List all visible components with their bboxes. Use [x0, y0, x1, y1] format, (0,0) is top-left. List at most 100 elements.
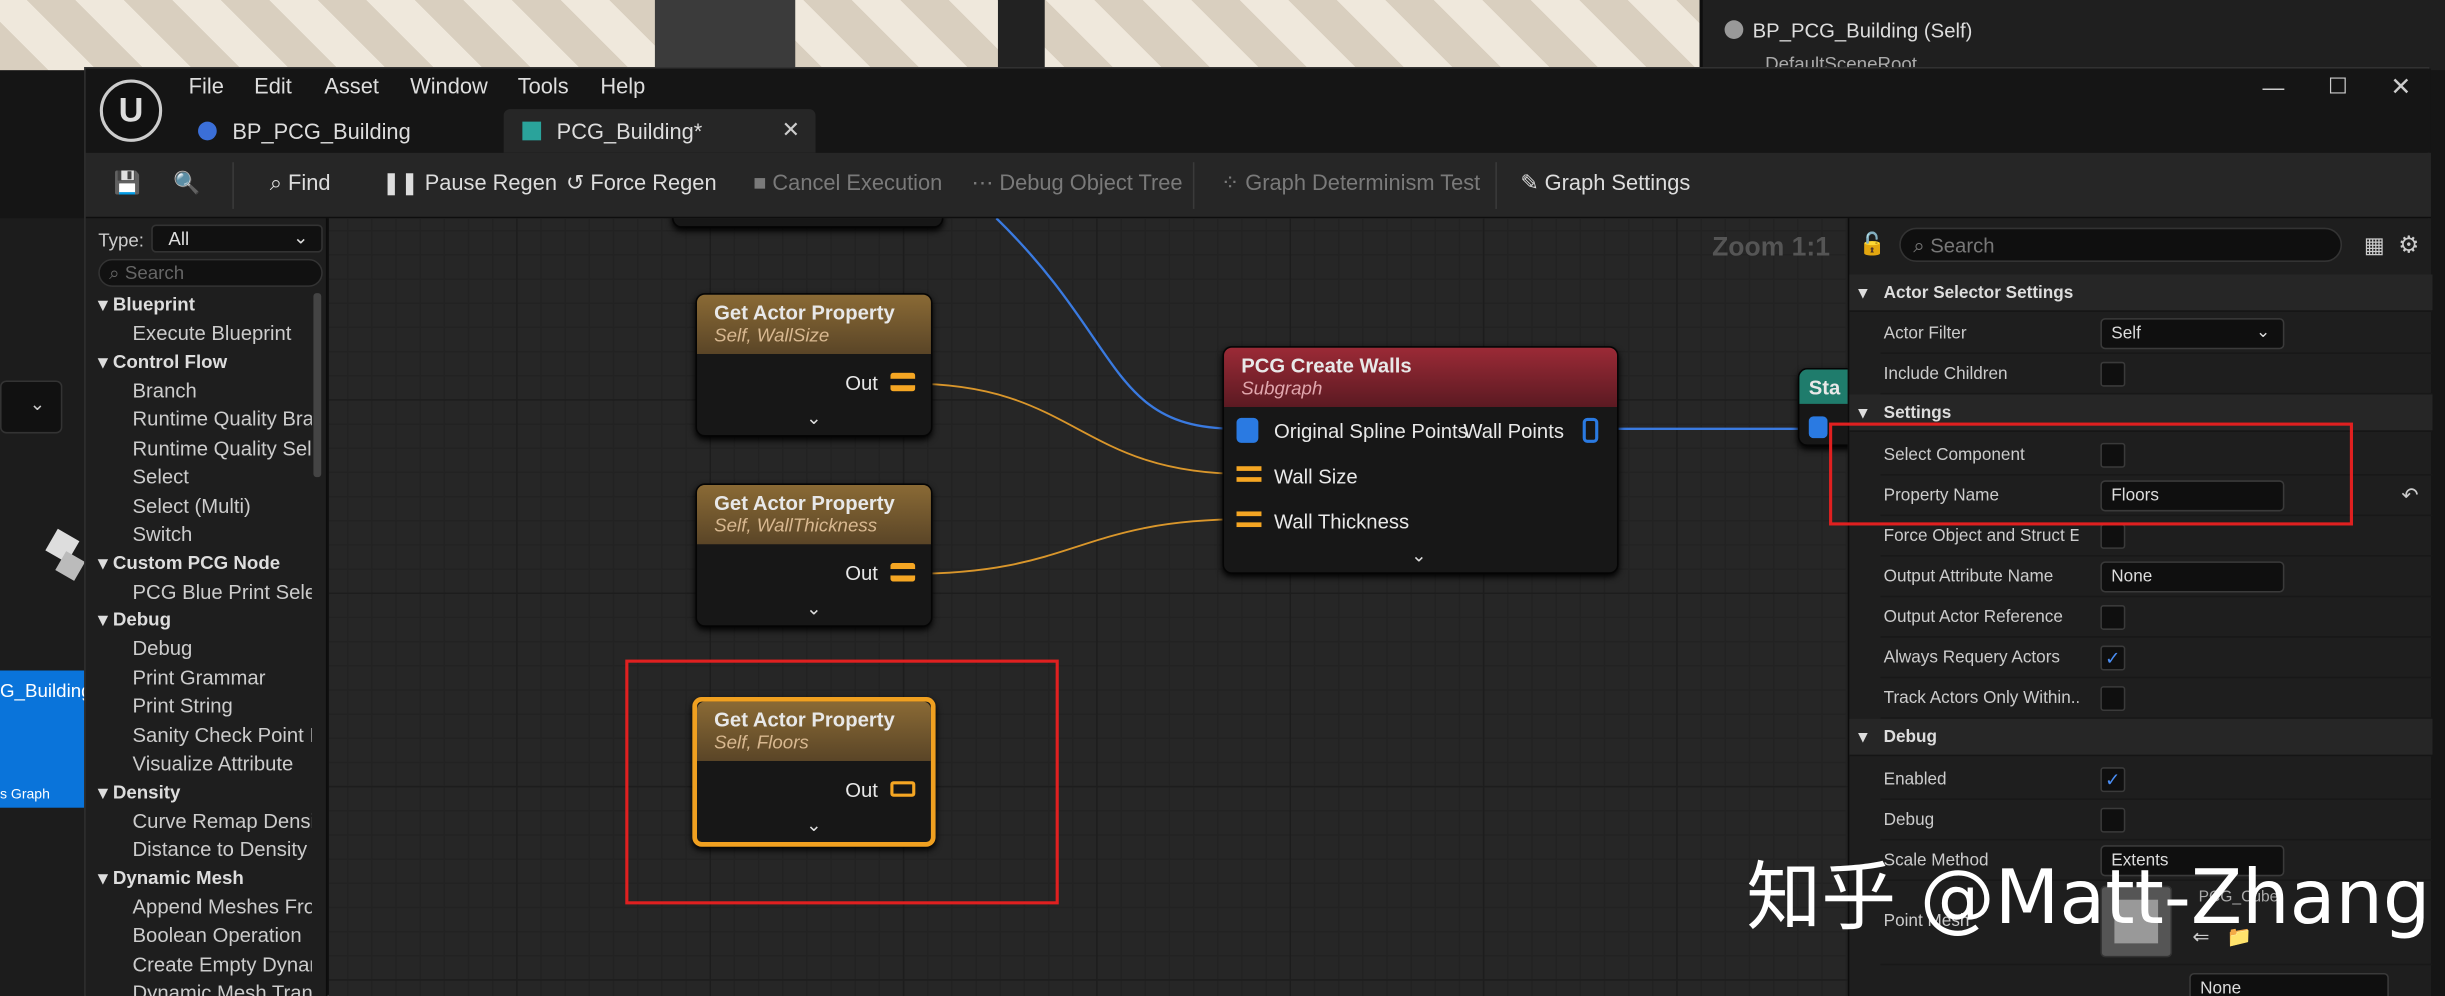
node-subtitle: Self, WallThickness	[714, 514, 878, 537]
palette-item[interactable]: Boolean Operation	[133, 923, 312, 946]
palette-category[interactable]: ▾ Control Flow	[98, 350, 227, 372]
debug-object-tree-button[interactable]: ⋯ Debug Object Tree	[971, 170, 1182, 197]
palette-category[interactable]: ▾ Density	[98, 780, 180, 802]
palette-item[interactable]: Select (Multi)	[133, 494, 312, 517]
menu-asset[interactable]: Asset	[324, 73, 379, 98]
graph-settings-button[interactable]: ✎ Graph Settings	[1520, 170, 1690, 197]
out-pin-icon[interactable]	[890, 562, 916, 582]
browse-icon[interactable]: 🔍	[173, 170, 200, 197]
force-object-checkbox[interactable]	[2100, 523, 2126, 549]
include-children-checkbox[interactable]	[2100, 361, 2126, 387]
output-actor-checkbox[interactable]	[2100, 605, 2126, 630]
debug-checkbox[interactable]	[2100, 807, 2126, 833]
node-subtitle: Subgraph	[1241, 377, 1323, 400]
section-actor-selector[interactable]: ▾ Actor Selector Settings	[1849, 274, 2433, 312]
lock-icon[interactable]: 🔓	[1859, 231, 1886, 258]
wall-thickness-pin-icon[interactable]	[1236, 511, 1262, 528]
expand-chevron-icon[interactable]: ⌄	[806, 407, 822, 429]
palette-item[interactable]: Distance to Density	[133, 837, 312, 860]
unreal-logo-icon[interactable]: U	[99, 79, 163, 142]
separator	[232, 162, 234, 209]
asset-name: G_Building	[0, 679, 92, 702]
viewport-beam	[997, 0, 1045, 71]
palette-category[interactable]: ▾ Custom PCG Node	[98, 551, 280, 573]
always-requery-checkbox[interactable]: ✓	[2100, 645, 2126, 671]
palette-category[interactable]: ▾ Dynamic Mesh	[98, 866, 244, 888]
force-regen-button[interactable]: ↺ Force Regen	[566, 170, 717, 197]
gear-icon[interactable]: ⚙	[2398, 231, 2419, 259]
tab-bp-pcg-building[interactable]: BP_PCG_Building	[179, 109, 499, 153]
out-pin-icon[interactable]	[890, 372, 916, 392]
viewport-shadow	[654, 0, 796, 71]
wallthickness-wire	[909, 518, 1246, 575]
palette-item[interactable]: Runtime Quality Sel	[133, 436, 312, 459]
type-select[interactable]: All ⌄	[151, 224, 323, 253]
track-actors-checkbox[interactable]	[2100, 686, 2126, 712]
wires	[909, 218, 1848, 575]
palette-item[interactable]: Print String	[133, 694, 312, 717]
node-header: Get Actor Property Self, WallThickness	[697, 484, 931, 545]
partial-node[interactable]	[672, 218, 944, 228]
palette-item[interactable]: Visualize Attribute	[133, 752, 312, 775]
expand-chevron-icon[interactable]: ⌄	[806, 597, 822, 619]
palette-item[interactable]: PCG Blue Print Sele	[133, 579, 312, 602]
palette-search-input[interactable]: ⌕ Search	[98, 258, 323, 287]
menu-tools[interactable]: Tools	[518, 73, 569, 98]
palette-item[interactable]: Curve Remap Densi	[133, 808, 312, 831]
maximize-icon[interactable]: ☐	[2328, 73, 2348, 100]
find-button[interactable]: ⌕ Find	[270, 170, 331, 197]
palette-item[interactable]: Select	[133, 465, 312, 488]
menu-edit[interactable]: Edit	[254, 73, 292, 98]
wall-points-pin: Wall Points	[1463, 419, 1564, 443]
palette-item[interactable]: Debug	[133, 636, 312, 659]
graph-canvas[interactable]: Zoom 1:1 Get Actor Property Self, WallSi…	[329, 218, 1848, 996]
in-pin-icon[interactable]	[1808, 416, 1828, 439]
wall-points-pin-icon[interactable]	[1582, 417, 1599, 443]
details-search-input[interactable]: ⌕ Search	[1899, 227, 2343, 262]
palette-item[interactable]: Branch	[133, 378, 312, 401]
save-icon[interactable]: 💾	[114, 170, 141, 197]
menu-window[interactable]: Window	[410, 73, 488, 98]
expand-chevron-icon[interactable]: ⌄	[1411, 544, 1427, 566]
filter-dropdown[interactable]: ⌄	[0, 380, 63, 434]
palette-item[interactable]: Dynamic Mesh Tran	[133, 981, 312, 996]
palette-item[interactable]: Switch	[133, 522, 312, 545]
get-actor-property-node[interactable]: Get Actor Property Self, WallThickness O…	[695, 483, 933, 627]
close-tab-icon[interactable]: ✕	[782, 117, 800, 144]
spline-wire	[995, 218, 1237, 430]
palette-scrollbar[interactable]	[313, 293, 322, 478]
palette-item[interactable]: Sanity Check Point I	[133, 723, 312, 746]
actor-filter-select[interactable]: Self ⌄	[2100, 318, 2285, 350]
level-viewport[interactable]	[0, 0, 1700, 71]
material-select[interactable]: None	[2189, 973, 2389, 996]
close-window-icon[interactable]: ✕	[2390, 72, 2411, 103]
palette-item[interactable]: Runtime Quality Bra	[133, 407, 312, 430]
menu-file[interactable]: File	[189, 73, 224, 98]
table-view-icon[interactable]: ▦	[2364, 232, 2385, 259]
enabled-checkbox[interactable]: ✓	[2100, 767, 2126, 793]
palette-category[interactable]: ▾ Blueprint	[98, 293, 195, 315]
spline-points-pin-icon[interactable]	[1236, 417, 1259, 443]
graph-determinism-test-button[interactable]: ⁘ Graph Determinism Test	[1221, 170, 1480, 197]
node-palette: Type: All ⌄ ⌕ Search ▾ Blueprint Execute B…	[85, 218, 328, 996]
outliner-item[interactable]: BP_PCG_Building (Self)	[1724, 19, 1972, 42]
get-actor-property-node[interactable]: Get Actor Property Self, WallSize Out ⌄	[695, 293, 933, 437]
palette-item[interactable]: Execute Blueprint	[133, 321, 312, 344]
palette-category[interactable]: ▾ Debug	[98, 608, 171, 630]
reset-icon[interactable]: ↶	[2401, 483, 2418, 508]
palette-item[interactable]: Append Meshes Fro	[133, 894, 312, 917]
selected-asset-tile[interactable]: G_Building s Graph	[0, 670, 92, 808]
palette-item[interactable]: Create Empty Dynar	[133, 952, 312, 975]
pause-regen-button[interactable]: ❚❚ Pause Regen	[382, 170, 557, 197]
tab-pcg-building[interactable]: PCG_Building* ✕	[503, 109, 816, 153]
blueprint-icon	[198, 121, 217, 141]
pcg-create-walls-node[interactable]: PCG Create Walls Subgraph Original Splin…	[1222, 346, 1619, 574]
node-header: Sta	[1799, 369, 1848, 404]
wall-size-pin-icon[interactable]	[1236, 466, 1262, 482]
menu-help[interactable]: Help	[600, 73, 645, 98]
output-attribute-input[interactable]: None	[2100, 561, 2285, 593]
palette-item[interactable]: Print Grammar	[133, 665, 312, 688]
section-debug[interactable]: ▾ Debug	[1849, 718, 2433, 757]
minimize-icon[interactable]: —	[2263, 75, 2285, 100]
cancel-execution-button[interactable]: ■ Cancel Execution	[753, 170, 942, 195]
